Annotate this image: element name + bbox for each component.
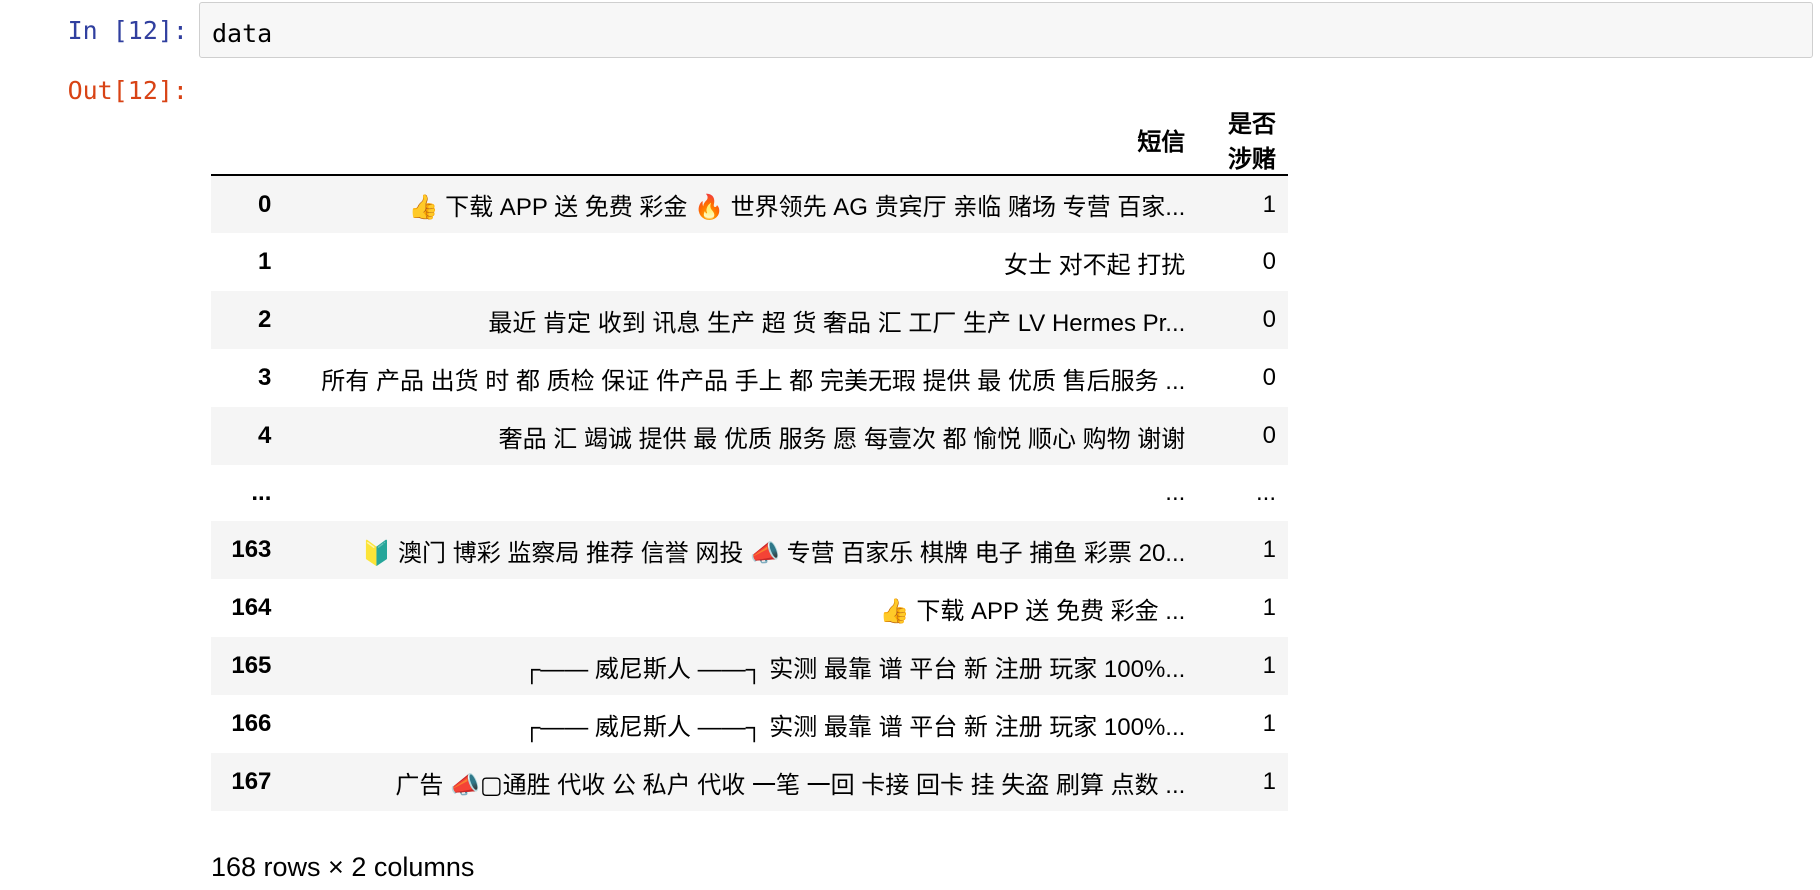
row-index: 4 [258, 422, 272, 449]
gambling-flag-cell: 0 [1262, 364, 1276, 391]
table-row: 166 ┌—— 威尼斯人 ——┐ 实测 最靠 谱 平台 新 注册 玩家 100%… [211, 695, 1288, 753]
dataframe-shape-summary: 168 rows × 2 columns [211, 852, 475, 882]
row-index: 167 [231, 768, 272, 795]
table-row: 1 女士 对不起 打扰 0 [211, 233, 1288, 291]
table-row: 0 👍 下载 APP 送 免费 彩金 🔥 世界领先 AG 贵宾厅 亲临 赌场 专… [211, 175, 1288, 233]
gambling-flag-cell: 1 [1262, 768, 1276, 795]
table-row: 4 奢品 汇 竭诚 提供 最 优质 服务 愿 每壹次 都 愉悦 顺心 购物 谢谢… [211, 407, 1288, 465]
column-header-gambling-flag: 是否涉赌 [1197, 104, 1288, 176]
table-row: 2 最近 肯定 收到 讯息 生产 超 货 奢品 汇 工厂 生产 LV Herme… [211, 291, 1288, 349]
index-header [211, 104, 284, 176]
table-row: 165 ┌—— 威尼斯人 ——┐ 实测 最靠 谱 平台 新 注册 玩家 100%… [211, 637, 1288, 695]
code-cell-input[interactable]: data [199, 2, 1813, 58]
sms-cell: 最近 肯定 收到 讯息 生产 超 货 奢品 汇 工厂 生产 LV Hermes … [488, 309, 1186, 337]
code-text: data [212, 19, 273, 48]
gambling-flag-cell: 0 [1262, 306, 1276, 333]
row-index: 2 [258, 306, 272, 333]
sms-cell: 奢品 汇 竭诚 提供 最 优质 服务 愿 每壹次 都 愉悦 顺心 购物 谢谢 [498, 425, 1186, 453]
dataframe-table: 短信 是否涉赌 0 👍 下载 APP 送 免费 彩金 🔥 世界领先 AG 贵宾厅… [211, 104, 1288, 811]
row-index: ... [251, 479, 272, 506]
sms-cell: ┌—— 威尼斯人 ——┐ 实测 最靠 谱 平台 新 注册 玩家 100%... [523, 655, 1186, 683]
sms-cell: 👍 下载 APP 送 免费 彩金 🔥 世界领先 AG 贵宾厅 亲临 赌场 专营 … [408, 194, 1186, 221]
sms-cell: 女士 对不起 打扰 [1003, 251, 1186, 279]
gambling-flag-cell: 1 [1262, 536, 1276, 563]
gambling-flag-cell: 1 [1262, 594, 1276, 621]
sms-cell: 广告 📣▢通胜 代收 公 私户 代收 一笔 一回 卡接 回卡 挂 失盗 刷算 点… [395, 771, 1186, 799]
table-row: 167 广告 📣▢通胜 代收 公 私户 代收 一笔 一回 卡接 回卡 挂 失盗 … [211, 753, 1288, 811]
table-row: 3 所有 产品 出货 时 都 质检 保证 件产品 手上 都 完美无瑕 提供 最 … [211, 349, 1288, 407]
table-row: 163 🔰 澳门 博彩 监察局 推荐 信誉 网投 📣 专营 百家乐 棋牌 电子 … [211, 521, 1288, 579]
row-index: 164 [231, 594, 272, 621]
row-index: 0 [258, 190, 272, 218]
row-index: 1 [258, 248, 272, 275]
table-row-ellipsis: ... ... ... [211, 465, 1288, 521]
row-index: 166 [231, 710, 272, 737]
row-index: 163 [231, 536, 272, 563]
output-prompt: Out[12]: [67, 76, 188, 105]
sms-cell: ... [1165, 479, 1186, 506]
column-header-sms: 短信 [283, 104, 1198, 176]
sms-cell: 🔰 澳门 博彩 监察局 推荐 信誉 网投 📣 专营 百家乐 棋牌 电子 捕鱼 彩… [361, 539, 1186, 567]
table-row: 164 👍 下载 APP 送 免费 彩金 ... 1 [211, 579, 1288, 637]
gambling-flag-cell: 1 [1262, 710, 1276, 737]
gambling-flag-cell: ... [1255, 479, 1276, 506]
row-index: 165 [231, 652, 272, 679]
sms-cell: ┌—— 威尼斯人 ——┐ 实测 最靠 谱 平台 新 注册 玩家 100%... [523, 713, 1186, 741]
gambling-flag-cell: 0 [1262, 248, 1276, 275]
sms-cell: 👍 下载 APP 送 免费 彩金 ... [879, 597, 1186, 625]
sms-cell: 所有 产品 出货 时 都 质检 保证 件产品 手上 都 完美无瑕 提供 最 优质… [321, 367, 1186, 395]
gambling-flag-cell: 1 [1262, 652, 1276, 679]
gambling-flag-cell: 0 [1262, 422, 1276, 449]
table-header-row: 短信 是否涉赌 [211, 104, 1288, 176]
input-prompt: In [12]: [67, 16, 188, 45]
gambling-flag-cell: 1 [1262, 190, 1276, 218]
row-index: 3 [258, 364, 272, 391]
